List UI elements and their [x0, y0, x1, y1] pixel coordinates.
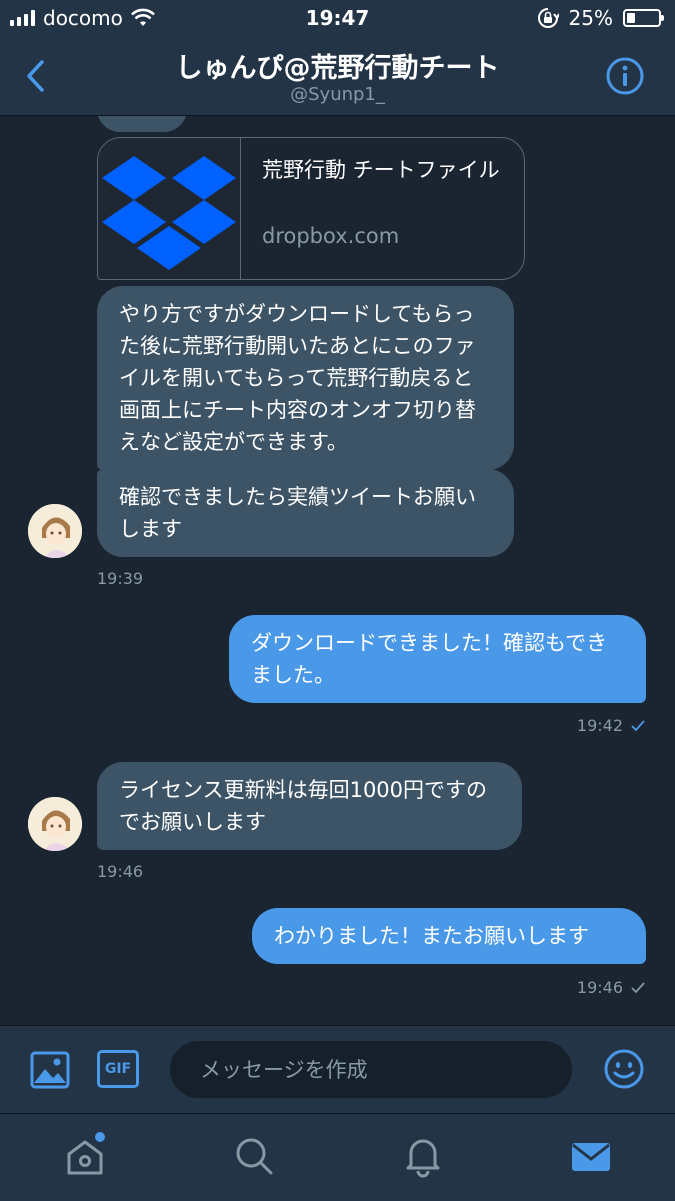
- search-icon[interactable]: [232, 1134, 276, 1178]
- message-timestamp: 19:46: [97, 862, 144, 881]
- read-check-icon: [631, 719, 645, 731]
- conversation-header: しゅんぴ@荒野行動チート @Syunp1_: [0, 38, 675, 116]
- emoji-icon[interactable]: [603, 1048, 645, 1090]
- status-right: 25%: [537, 6, 664, 30]
- message-text: 確認できましたら実績ツイートお願いします: [119, 485, 476, 541]
- avatar[interactable]: [28, 797, 82, 851]
- avatar-image: [28, 797, 82, 851]
- home-notification-dot: [95, 1132, 105, 1142]
- conversation-handle[interactable]: @Syunp1_: [0, 84, 675, 105]
- link-title: 荒野行動 チートファイル: [262, 158, 500, 182]
- battery-percent: 25%: [568, 6, 613, 30]
- incoming-message[interactable]: やり方ですがダウンロードしてもらった後に荒野行動開いたあとにこのファイルを開いて…: [97, 286, 514, 470]
- conversation-title[interactable]: しゅんぴ@荒野行動チート: [0, 46, 675, 85]
- status-bar: docomo 19:47 25%: [0, 0, 675, 38]
- timestamp-text: 19:42: [576, 716, 623, 735]
- gif-button[interactable]: GIF: [97, 1050, 139, 1088]
- message-timestamp: 19:42: [577, 716, 645, 735]
- link-card[interactable]: 荒野行動 チートファイル dropbox.com: [97, 137, 525, 280]
- message-text: ダウンロードできました！確認もできました。: [251, 631, 608, 687]
- image-icon[interactable]: [30, 1050, 70, 1090]
- outgoing-message[interactable]: ダウンロードできました！確認もできました。: [229, 615, 646, 703]
- message-timestamp: 19:39: [97, 569, 144, 588]
- rotation-lock-icon: [537, 8, 559, 28]
- notifications-bell-icon[interactable]: [401, 1134, 445, 1178]
- link-thumbnail: [98, 138, 241, 279]
- message-timestamp: 19:46: [577, 978, 645, 997]
- avatar[interactable]: [28, 504, 82, 558]
- tab-bar: [0, 1113, 675, 1201]
- battery-level: [627, 13, 635, 23]
- gif-label: GIF: [104, 1061, 132, 1077]
- info-icon[interactable]: [605, 56, 645, 96]
- outgoing-message[interactable]: わかりました！またお願いします: [252, 908, 646, 964]
- message-list[interactable]: 荒野行動 チートファイル dropbox.com やり方ですがダウンロードしても…: [0, 116, 675, 1024]
- avatar-image: [28, 504, 82, 558]
- message-input[interactable]: [170, 1041, 572, 1098]
- link-domain: dropbox.com: [262, 224, 400, 248]
- battery-icon: [623, 9, 664, 27]
- incoming-message[interactable]: 確認できましたら実績ツイートお願いします: [97, 469, 514, 557]
- incoming-message[interactable]: ライセンス更新料は毎回1000円ですのでお願いします: [97, 762, 522, 850]
- message-composer: GIF: [0, 1025, 675, 1114]
- message-text: ライセンス更新料は毎回1000円ですのでお願いします: [119, 778, 488, 834]
- previous-message-bubble: [97, 116, 187, 132]
- message-text: わかりました！またお願いします: [274, 924, 589, 948]
- message-text: やり方ですがダウンロードしてもらった後に荒野行動開いたあとにこのファイルを開いて…: [119, 302, 476, 454]
- sent-check-icon: [631, 981, 645, 993]
- dropbox-logo-icon: [102, 156, 236, 270]
- timestamp-text: 19:46: [576, 978, 623, 997]
- messages-mail-icon[interactable]: [569, 1134, 613, 1178]
